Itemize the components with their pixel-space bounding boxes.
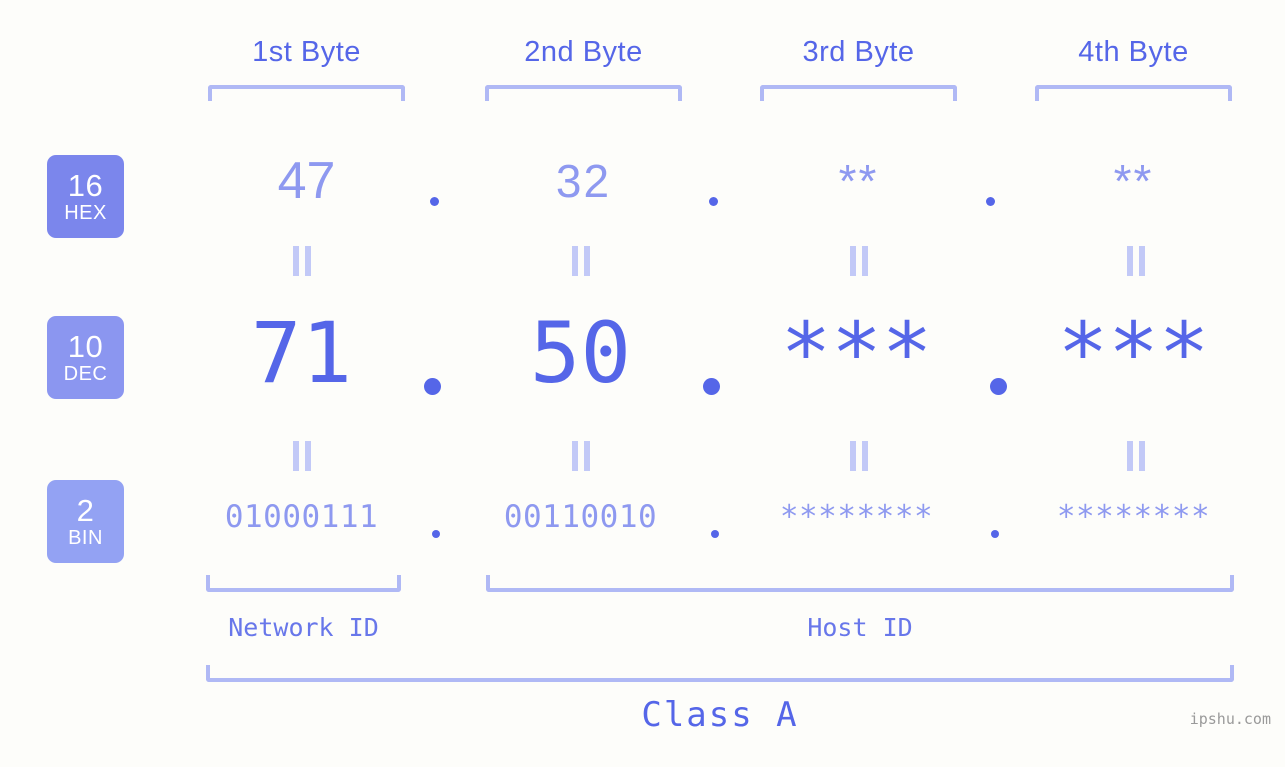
dec-separator-dot-3: [990, 378, 1007, 395]
hex-byte-2: 32: [555, 155, 612, 207]
class-bracket: [206, 665, 1234, 682]
dec-byte-1: 71: [250, 304, 353, 402]
dec-separator-dot-2: [703, 378, 720, 395]
site-watermark: ipshu.com: [1189, 710, 1271, 728]
hex-byte-1: 47: [277, 152, 336, 210]
base-badge-bin-number: 2: [76, 492, 95, 528]
bin-separator-dot-1: [432, 530, 440, 538]
equals-mark-hex-dec-1: [293, 246, 311, 276]
byte-header-1: 1st Byte: [252, 36, 361, 68]
base-badge-dec-name: DEC: [63, 362, 108, 385]
bin-byte-2: 00110010: [503, 499, 658, 535]
class-label: Class A: [641, 695, 799, 735]
equals-mark-hex-dec-2: [572, 246, 590, 276]
equals-mark-hex-dec-4: [1127, 246, 1145, 276]
host-id-bracket: [486, 575, 1234, 592]
equals-mark-dec-bin-2: [572, 441, 590, 471]
equals-mark-hex-dec-3: [850, 246, 868, 276]
byte-bracket-3: [760, 85, 957, 101]
byte-header-4: 4th Byte: [1078, 36, 1189, 68]
hex-separator-dot-1: [430, 197, 439, 206]
equals-mark-dec-bin-4: [1127, 441, 1145, 471]
bin-byte-1: 01000111: [224, 499, 379, 535]
dec-separator-dot-1: [424, 378, 441, 395]
byte-bracket-2: [485, 85, 682, 101]
byte-header-3: 3rd Byte: [802, 36, 915, 68]
base-badge-hex-number: 16: [67, 167, 104, 203]
base-badge-hex: 16 HEX: [47, 155, 124, 238]
hex-byte-3: **: [838, 155, 879, 207]
dec-byte-4: ***: [1057, 304, 1210, 402]
dec-byte-2: 50: [529, 304, 632, 402]
ip-address-breakdown-diagram: 1st Byte 2nd Byte 3rd Byte 4th Byte 16 H…: [0, 0, 1285, 767]
bin-byte-3: ********: [779, 499, 934, 535]
base-badge-bin-name: BIN: [68, 526, 103, 549]
bin-separator-dot-3: [991, 530, 999, 538]
bin-separator-dot-2: [711, 530, 719, 538]
equals-mark-dec-bin-1: [293, 441, 311, 471]
network-id-bracket: [206, 575, 401, 592]
byte-bracket-4: [1035, 85, 1232, 101]
dec-byte-3: ***: [780, 304, 933, 402]
byte-header-2: 2nd Byte: [524, 36, 643, 68]
base-badge-dec: 10 DEC: [47, 316, 124, 399]
bin-byte-4: ********: [1056, 499, 1211, 535]
network-id-label: Network ID: [228, 613, 379, 642]
byte-bracket-1: [208, 85, 405, 101]
base-badge-dec-number: 10: [67, 328, 104, 364]
hex-separator-dot-3: [986, 197, 995, 206]
hex-byte-4: **: [1113, 155, 1154, 207]
base-badge-hex-name: HEX: [64, 201, 107, 224]
base-badge-bin: 2 BIN: [47, 480, 124, 563]
equals-mark-dec-bin-3: [850, 441, 868, 471]
host-id-label: Host ID: [807, 613, 913, 642]
hex-separator-dot-2: [709, 197, 718, 206]
